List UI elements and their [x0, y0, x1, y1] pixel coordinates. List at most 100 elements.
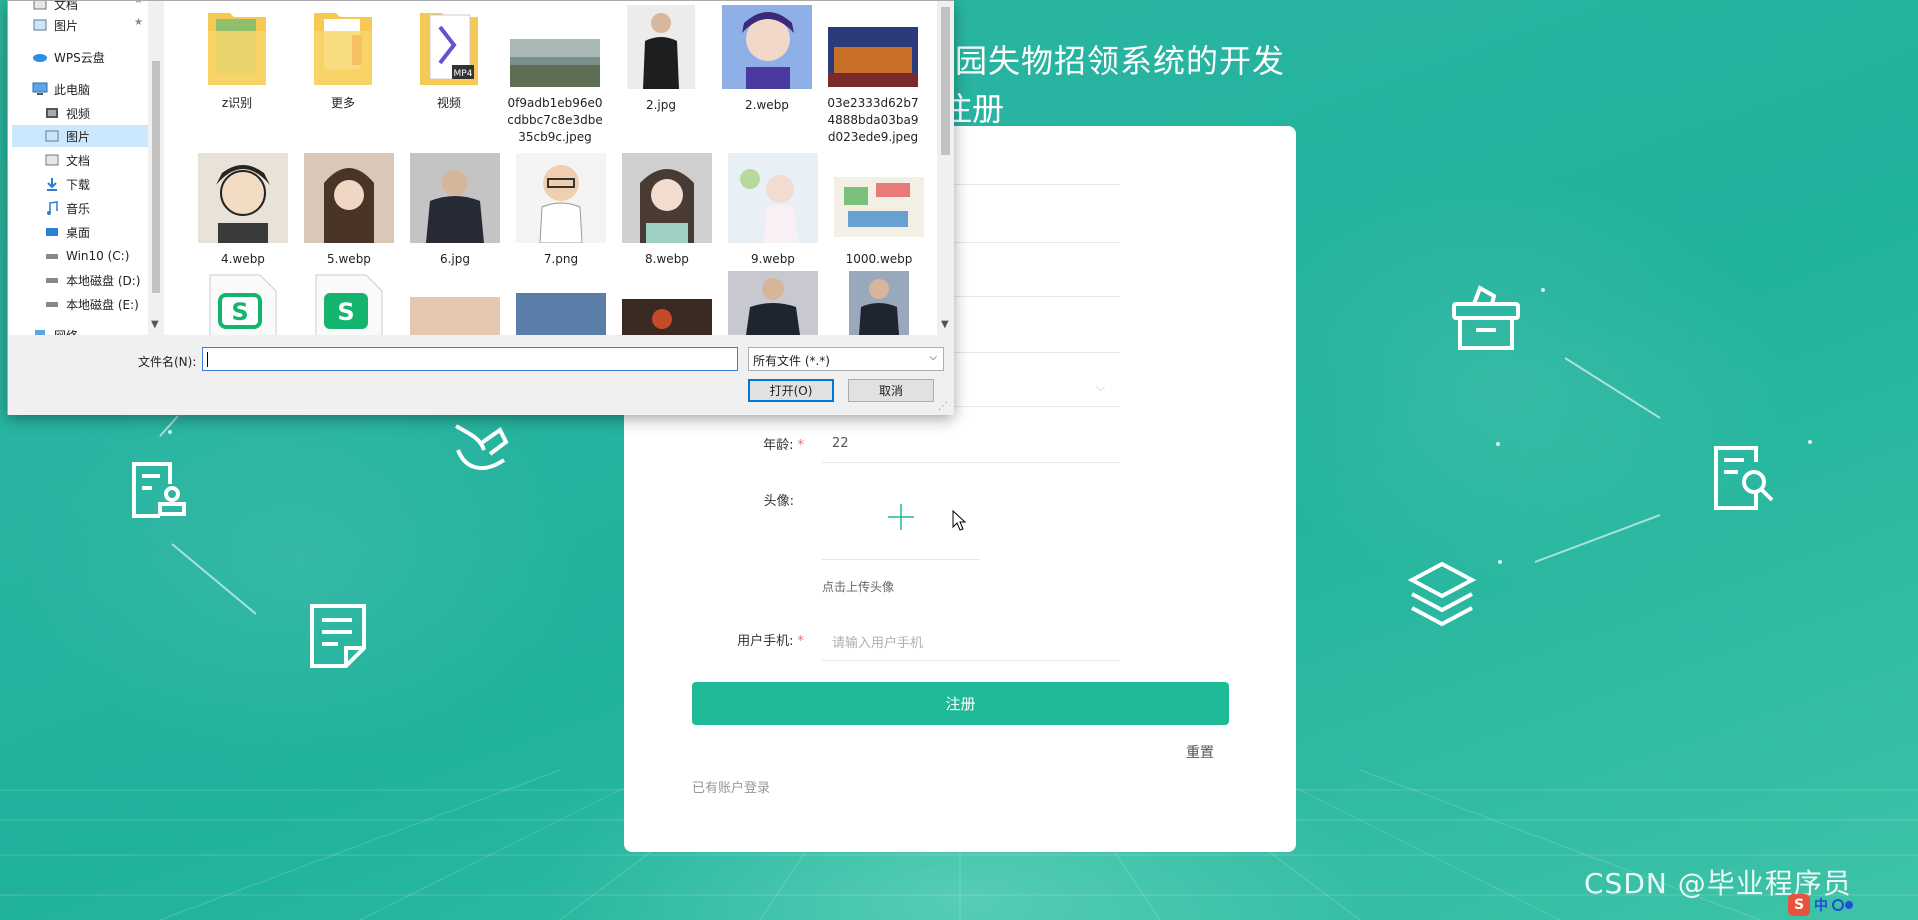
file-item[interactable]: S [300, 273, 398, 335]
image-thumbnail [516, 293, 606, 335]
plus-icon [888, 504, 914, 530]
text-caret [207, 352, 208, 367]
image-thumbnail [622, 299, 712, 335]
file-item[interactable] [406, 297, 504, 335]
file-item[interactable]: z识别 [188, 5, 286, 112]
pin-icon: ★ [134, 1, 143, 6]
scroll-down-icon[interactable]: ▼ [151, 319, 159, 330]
field-underline [822, 462, 1120, 463]
scrollbar-thumb[interactable] [941, 7, 950, 155]
file-item[interactable] [512, 293, 610, 335]
reset-link[interactable]: 重置 [1186, 742, 1214, 762]
file-item[interactable]: 1000.webp [830, 153, 928, 268]
document-search-icon [1710, 442, 1780, 514]
ime-settings-icon[interactable] [1832, 897, 1854, 913]
mouse-cursor-icon [952, 510, 967, 531]
drive-icon [44, 273, 60, 287]
scroll-down-icon[interactable]: ▼ [941, 319, 949, 330]
file-item[interactable]: 2.jpg [612, 1, 710, 114]
nav-item-wps-cloud[interactable]: WPS云盘 [32, 46, 105, 68]
filename-label: 文件名(N): [138, 355, 197, 369]
drive-icon [44, 249, 60, 263]
filename-input[interactable]: ⌵ [202, 347, 927, 371]
image-thumbnail [627, 1, 695, 89]
nav-item-downloads[interactable]: 下载 [44, 173, 90, 195]
document-folder-icon [32, 1, 48, 11]
nav-item-pictures[interactable]: 图片 [32, 14, 78, 36]
open-button[interactable]: 打开(O) [748, 379, 834, 402]
svg-text:MP4: MP4 [454, 69, 473, 79]
image-thumbnail [728, 153, 818, 243]
nav-item-drive-e[interactable]: 本地磁盘 (E:) [44, 293, 139, 315]
pin-icon: ★ [134, 17, 143, 28]
computer-icon [32, 82, 48, 96]
folder-icon [208, 13, 266, 85]
file-item[interactable]: 6.jpg [406, 153, 504, 268]
navigation-pane: 文档 ★ 图片 ★ WPS云盘 此电脑 视频 图片 文档 下载 [8, 1, 148, 335]
file-item[interactable]: 9.webp [724, 153, 822, 268]
chevron-down-icon: ⌵ [929, 352, 937, 363]
clipboard-stamp-icon [130, 460, 188, 522]
age-input[interactable]: 22 [832, 436, 849, 451]
login-link[interactable]: 已有账户登录 [692, 777, 770, 796]
image-thumbnail [622, 153, 712, 243]
file-item[interactable] [830, 271, 928, 335]
file-item[interactable]: S [194, 273, 292, 335]
pictures-folder-icon [44, 129, 60, 143]
filetype-select[interactable]: 所有文件 (*.*) ⌵ [748, 347, 944, 371]
scrollbar-thumb[interactable] [152, 61, 160, 293]
image-thumbnail [410, 297, 500, 335]
hand-leaf-icon [450, 420, 514, 484]
file-item[interactable]: 更多 [294, 5, 392, 112]
file-item[interactable]: 5.webp [300, 153, 398, 268]
file-item[interactable] [618, 299, 716, 335]
ime-toolbar[interactable]: S 中 [1788, 890, 1918, 920]
phone-label: 用户手机: * [737, 634, 804, 649]
image-thumbnail [516, 153, 606, 244]
file-item[interactable]: 4.webp [194, 153, 292, 268]
file-item[interactable]: 0f9adb1eb96e0cdbbc7c8e3dbe35cb9c.jpeg [506, 5, 604, 146]
file-item[interactable]: 8.webp [618, 153, 716, 268]
cancel-button[interactable]: 取消 [848, 379, 934, 402]
basket-icon [1446, 278, 1526, 358]
nav-item-drive-c[interactable]: Win10 (C:) [44, 245, 129, 267]
avatar-label: 头像: [763, 494, 794, 509]
chevron-down-icon[interactable]: ⌵ [1096, 380, 1105, 395]
nav-item-pictures-selected[interactable]: 图片 [12, 125, 148, 147]
nav-scrollbar[interactable]: ▼ [148, 1, 164, 335]
file-open-dialog: 文档 ★ 图片 ★ WPS云盘 此电脑 视频 图片 文档 下载 [7, 0, 954, 415]
video-folder-icon [44, 106, 60, 120]
nav-item-desktop[interactable]: 桌面 [44, 221, 90, 243]
image-thumbnail [834, 177, 924, 237]
folder-icon [314, 13, 372, 85]
nav-item-network[interactable]: 网络 [32, 324, 78, 335]
file-item[interactable]: 7.png [512, 153, 610, 268]
resize-grip-icon[interactable]: ⋰ [938, 401, 948, 412]
nav-item-documents-2[interactable]: 文档 [44, 149, 90, 171]
wps-document-icon: S [315, 274, 383, 335]
file-item[interactable]: 2.webp [718, 1, 816, 114]
nav-item-documents[interactable]: 文档 [32, 1, 78, 15]
nav-item-videos[interactable]: 视频 [44, 102, 90, 124]
filetype-value: 所有文件 (*.*) [753, 354, 830, 368]
file-item[interactable]: MP4 视频 [400, 5, 498, 112]
image-thumbnail [510, 39, 600, 87]
image-thumbnail [304, 153, 394, 243]
field-underline [822, 660, 1120, 661]
phone-input[interactable]: 请输入用户手机 [832, 632, 923, 651]
ime-mode[interactable]: 中 [1814, 895, 1828, 915]
file-list-scrollbar[interactable]: ▼ [937, 1, 954, 335]
wps-document-icon: S [209, 274, 277, 335]
ime-logo-icon: S [1788, 894, 1810, 916]
nav-item-music[interactable]: 音乐 [44, 197, 90, 219]
nav-item-drive-d[interactable]: 本地磁盘 (D:) [44, 269, 140, 291]
nav-item-this-pc[interactable]: 此电脑 [32, 78, 90, 100]
video-folder-icon: MP4 [420, 13, 478, 85]
age-label: 年龄: * [763, 438, 804, 453]
download-icon [44, 177, 60, 191]
file-item[interactable] [724, 271, 822, 335]
avatar-hint: 点击上传头像 [822, 580, 895, 594]
file-item[interactable]: 03e2333d62b74888bda03ba9d023ede9.jpeg [824, 5, 922, 146]
image-thumbnail [722, 1, 812, 89]
register-button[interactable]: 注册 [692, 682, 1229, 725]
